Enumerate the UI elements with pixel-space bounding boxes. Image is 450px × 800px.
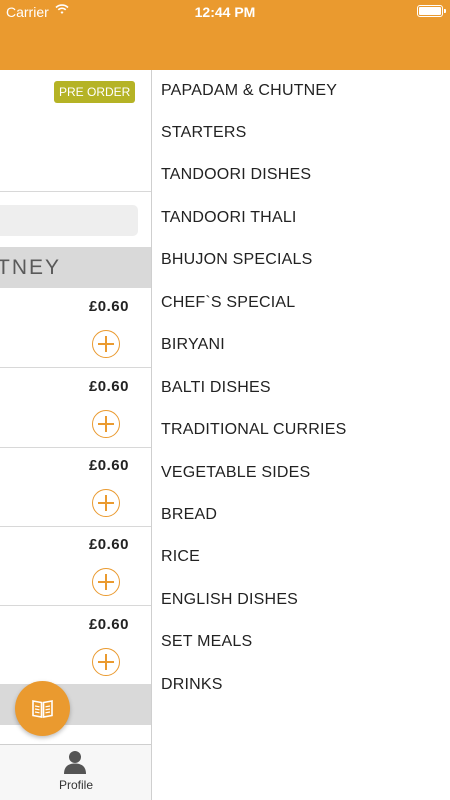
search-input[interactable] bbox=[0, 205, 138, 236]
category-item[interactable]: TRADITIONAL CURRIES bbox=[161, 409, 346, 451]
category-drawer: PAPADAM & CHUTNEY STARTERS TANDOORI DISH… bbox=[152, 70, 450, 800]
menu-item-row: £0.60 bbox=[0, 606, 151, 686]
plus-circle-icon[interactable] bbox=[92, 648, 120, 676]
category-item[interactable]: ENGLISH DISHES bbox=[161, 579, 298, 621]
divider bbox=[0, 191, 151, 192]
menu-item-row: £0.60 bbox=[0, 368, 151, 448]
category-item[interactable]: BIRYANI bbox=[161, 324, 225, 366]
book-icon bbox=[32, 700, 53, 718]
category-header-label: TNEY bbox=[0, 256, 62, 279]
menu-item-row: £0.60 bbox=[0, 526, 151, 606]
category-item[interactable]: VEGETABLE SIDES bbox=[161, 452, 310, 494]
pre-order-button[interactable]: PRE ORDER bbox=[54, 81, 136, 103]
plus-circle-icon[interactable] bbox=[92, 330, 120, 358]
item-price: £0.60 bbox=[88, 378, 129, 395]
category-item[interactable]: CHEF`S SPECIAL bbox=[161, 282, 295, 324]
category-item[interactable]: TANDOORI DISHES bbox=[161, 154, 311, 196]
plus-circle-icon[interactable] bbox=[92, 489, 120, 517]
battery-icon bbox=[417, 5, 446, 17]
category-item[interactable]: BHUJON SPECIALS bbox=[161, 239, 312, 281]
category-item[interactable]: TANDOORI THALI bbox=[161, 197, 297, 239]
category-item[interactable]: BALTI DISHES bbox=[161, 367, 271, 409]
person-icon[interactable] bbox=[62, 749, 88, 775]
item-price: £0.60 bbox=[88, 457, 129, 474]
plus-circle-icon[interactable] bbox=[92, 568, 120, 596]
category-item[interactable]: SET MEALS bbox=[161, 621, 252, 663]
status-bar: Carrier 12:44 PM bbox=[0, 0, 450, 22]
item-price: £0.60 bbox=[88, 616, 129, 633]
item-price: £0.60 bbox=[88, 536, 129, 553]
category-item[interactable]: PAPADAM & CHUTNEY bbox=[161, 70, 337, 112]
plus-circle-icon[interactable] bbox=[92, 410, 120, 438]
tab-bar: Profile bbox=[0, 744, 151, 800]
menu-item-row: £0.60 bbox=[0, 447, 151, 527]
category-item[interactable]: BREAD bbox=[161, 494, 217, 536]
tab-profile[interactable]: Profile bbox=[0, 778, 151, 792]
status-time: 12:44 PM bbox=[194, 4, 256, 20]
header-bar: Carrier 12:44 PM bbox=[0, 0, 450, 70]
menu-item-row: £0.60 bbox=[0, 288, 151, 368]
menu-book-button[interactable] bbox=[15, 681, 70, 736]
item-price: £0.60 bbox=[88, 298, 129, 315]
category-item[interactable]: DRINKS bbox=[161, 664, 223, 706]
category-item[interactable]: STARTERS bbox=[161, 112, 246, 154]
category-item[interactable]: RICE bbox=[161, 536, 200, 578]
category-header: TNEY bbox=[0, 247, 151, 288]
